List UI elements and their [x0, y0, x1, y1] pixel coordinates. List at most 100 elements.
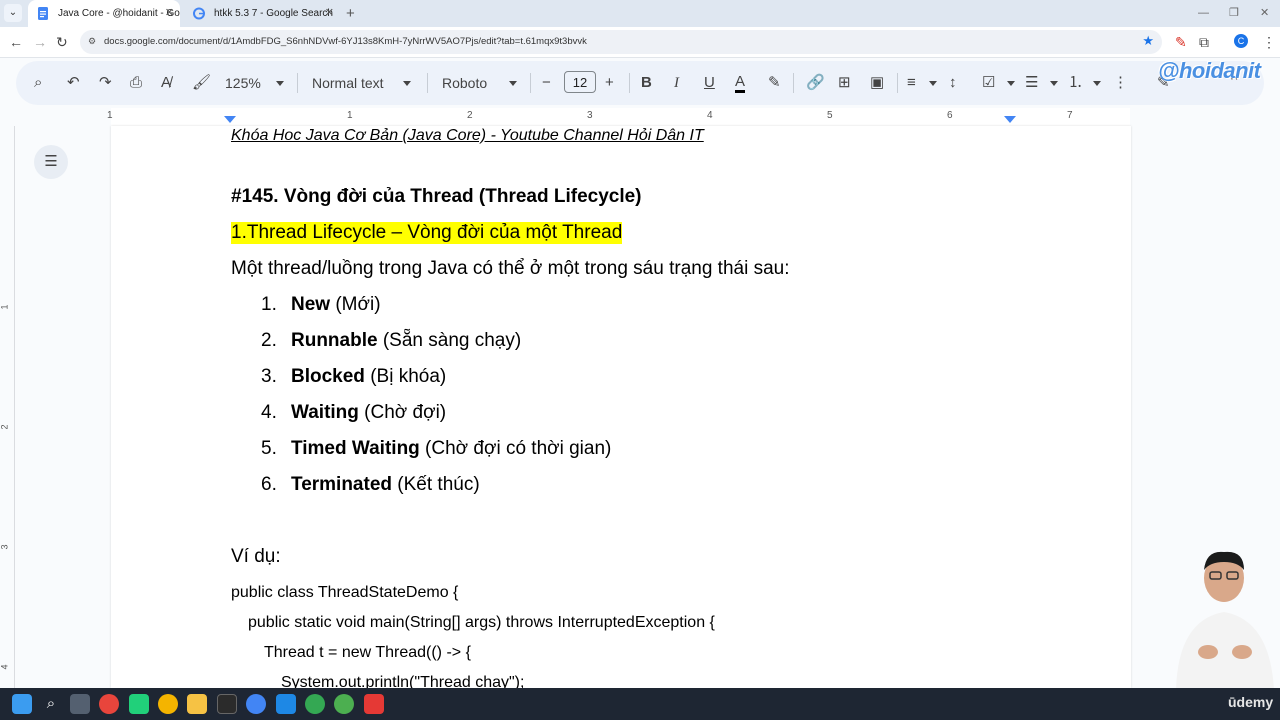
maximize-icon[interactable]: ❐ [1229, 0, 1239, 27]
italic-button[interactable]: I [674, 73, 679, 93]
tab-search-chevron-icon[interactable]: ⌄ [4, 4, 22, 22]
vruler-number: 1 [0, 304, 10, 310]
url-text[interactable]: docs.google.com/document/d/1AmdbFDG_S6nh… [104, 30, 587, 54]
terminal-icon[interactable] [217, 694, 237, 714]
align-left-icon[interactable]: ≡ [907, 73, 916, 93]
search-icon[interactable]: ⌕ [41, 694, 61, 714]
right-indent-marker[interactable] [1004, 116, 1016, 123]
more-options-icon[interactable]: ⋮ [1113, 73, 1128, 93]
vruler-number: 2 [0, 424, 10, 430]
state-name: Waiting [291, 402, 359, 423]
state-desc: (Chờ đợi có thời gian) [419, 438, 612, 459]
numbered-chevron-down-icon[interactable] [1093, 81, 1101, 86]
numbered-list-icon[interactable]: ⒈ [1068, 73, 1083, 93]
list-number: 6. [261, 474, 277, 495]
browser-tab-java-core[interactable]: Java Core - @hoidanit - Googl ✕ [28, 0, 180, 27]
redo-icon[interactable]: ↷ [99, 73, 112, 93]
bulleted-list-icon[interactable]: ☰ [1025, 73, 1038, 93]
close-tab-icon[interactable]: ✕ [325, 0, 334, 27]
task-view-icon[interactable] [70, 694, 90, 714]
print-icon[interactable]: ⎙ [130, 73, 142, 93]
divider [793, 73, 794, 93]
list-number: 1. [261, 294, 277, 315]
udemy-logo: ūdemy [1228, 694, 1274, 710]
recorder-icon[interactable] [364, 694, 384, 714]
decrease-font-size-icon[interactable]: − [542, 73, 551, 93]
site-info-icon[interactable]: ⚙ [88, 36, 98, 46]
add-comment-icon[interactable]: ⊞ [838, 73, 851, 93]
spellcheck-icon[interactable]: A̸ [161, 73, 171, 93]
left-indent-marker[interactable] [224, 116, 236, 123]
line-spacing-icon[interactable]: ↕ [949, 73, 957, 93]
font-select[interactable]: Roboto [442, 73, 487, 93]
checklist-icon[interactable]: ☑ [982, 73, 995, 93]
browser-tab-bar: ⌄ Java Core - @hoidanit - Googl ✕ htkk 5… [0, 0, 1280, 27]
font-size-input[interactable]: 12 [564, 71, 596, 93]
divider [530, 73, 531, 93]
document-page[interactable]: Khóa Hoc Java Cơ Bản (Java Core) - Youtu… [111, 126, 1131, 688]
close-tab-icon[interactable]: ✕ [165, 0, 174, 27]
state-desc: (Mới) [330, 294, 381, 315]
presenter-webcam-image [1176, 551, 1274, 690]
minimize-icon[interactable]: — [1198, 0, 1209, 27]
ruler-number: 6 [947, 110, 953, 121]
style-chevron-down-icon[interactable] [403, 81, 411, 86]
spring-icon[interactable] [334, 694, 354, 714]
checklist-chevron-down-icon[interactable] [1007, 81, 1015, 86]
intro-paragraph: Một thread/luồng trong Java có thể ở một… [231, 258, 790, 279]
divider [297, 73, 298, 93]
new-tab-button[interactable]: + [346, 0, 355, 27]
state-name: Runnable [291, 330, 378, 351]
code-line: System.out.println("Thread chạy"); [281, 674, 525, 688]
chrome-icon[interactable] [305, 694, 325, 714]
text-color-button[interactable]: A [735, 73, 746, 93]
forward-icon[interactable]: → [33, 32, 47, 52]
zoom-chevron-down-icon[interactable] [276, 81, 284, 86]
divider [427, 73, 428, 93]
undo-icon[interactable]: ↶ [67, 73, 80, 93]
underline-button[interactable]: U [704, 73, 715, 93]
bold-button[interactable]: B [641, 73, 652, 93]
search-menus-icon[interactable]: ⌕ [34, 73, 42, 93]
document-outline-icon[interactable]: ☰ [34, 145, 68, 179]
ruler-number: 5 [827, 110, 833, 121]
code-line: public static void main(String[] args) t… [248, 614, 715, 631]
back-icon[interactable]: ← [9, 32, 23, 52]
browser-tab-search[interactable]: htkk 5.3 7 - Google Search ✕ [184, 0, 340, 27]
chrome-icon[interactable] [246, 694, 266, 714]
state-name: New [291, 294, 331, 315]
extension-pen-icon[interactable]: ✎ [1175, 32, 1187, 52]
bookmark-star-icon[interactable]: ★ [1142, 33, 1154, 49]
highlight-pen-icon[interactable]: ✎ [768, 73, 781, 93]
reload-icon[interactable]: ↻ [56, 32, 68, 52]
profile-avatar[interactable]: C [1234, 34, 1248, 48]
file-explorer-icon[interactable] [187, 694, 207, 714]
docs-app-icon[interactable] [276, 694, 296, 714]
insert-image-icon[interactable]: ▣ [870, 73, 884, 93]
extensions-icon[interactable]: ⧉ [1199, 32, 1209, 52]
align-chevron-down-icon[interactable] [929, 81, 937, 86]
browser-menu-icon[interactable]: ⋮ [1262, 32, 1276, 52]
chrome-icon[interactable] [99, 694, 119, 714]
style-select[interactable]: Normal text [312, 73, 384, 93]
zoom-select[interactable]: 125% [225, 73, 261, 93]
chrome-icon[interactable] [158, 694, 178, 714]
bullet-chevron-down-icon[interactable] [1050, 81, 1058, 86]
document-header: Khóa Hoc Java Cơ Bản (Java Core) - Youtu… [231, 127, 704, 144]
font-chevron-down-icon[interactable] [509, 81, 517, 86]
list-number: 5. [261, 438, 277, 459]
paint-format-icon[interactable]: 🖌 [192, 73, 211, 93]
windows-start-icon[interactable] [12, 694, 32, 714]
document-title: #145. Vòng đời của Thread (Thread Lifecy… [231, 186, 642, 207]
list-item: 6. Terminated (Kết thúc) [261, 474, 480, 496]
increase-font-size-icon[interactable]: + [605, 73, 614, 93]
ide-icon[interactable] [129, 694, 149, 714]
list-item: 4. Waiting (Chờ đợi) [261, 402, 446, 424]
vertical-ruler: 1 2 3 4 [0, 126, 15, 688]
ruler-track [111, 108, 1130, 127]
state-name: Timed Waiting [291, 438, 420, 459]
insert-link-icon[interactable]: 🔗 [806, 73, 825, 93]
omnibox[interactable]: ⚙ docs.google.com/document/d/1AmdbFDG_S6… [80, 30, 1162, 54]
close-window-icon[interactable]: ✕ [1260, 0, 1269, 27]
horizontal-ruler[interactable]: 1 1 2 3 4 5 6 7 [16, 108, 1130, 127]
